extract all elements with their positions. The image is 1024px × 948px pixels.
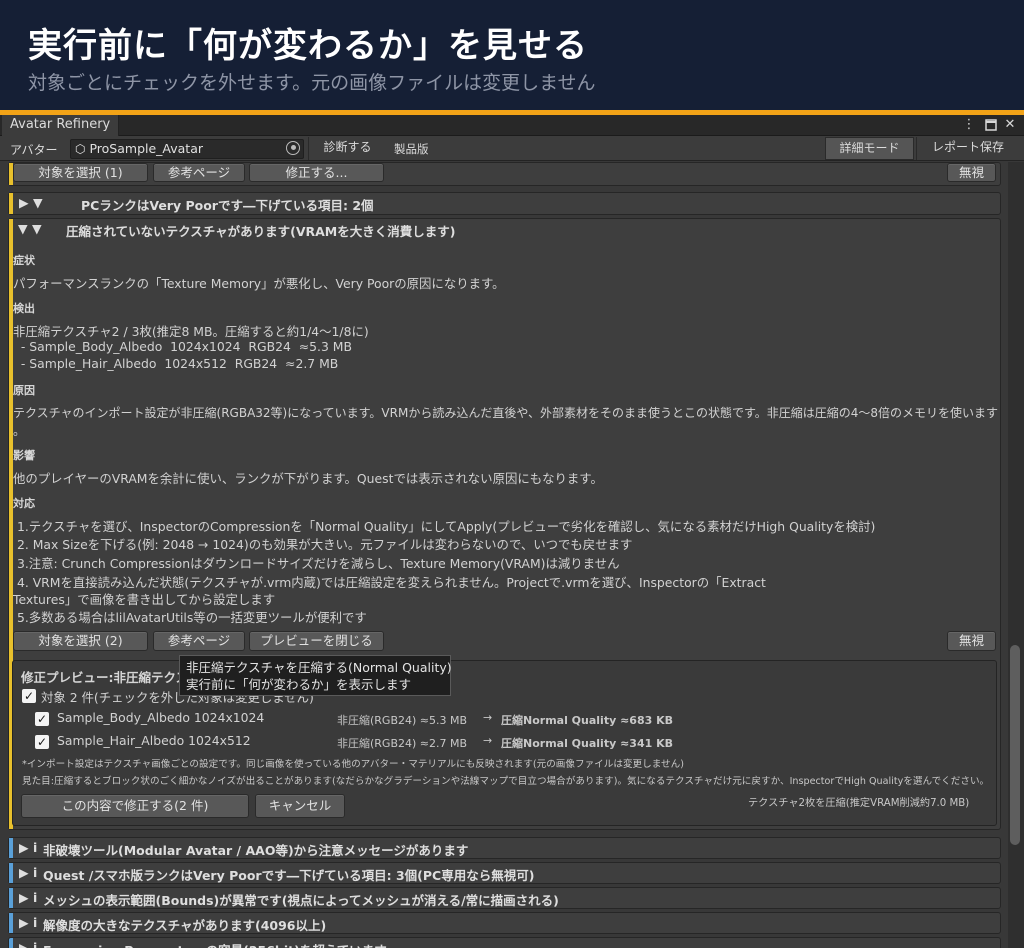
info-marker — [9, 863, 13, 883]
diagnose-button[interactable]: 診断する — [308, 137, 386, 160]
info-title: Expression Parametersの容量(256bit)を超えています — [43, 940, 387, 948]
target-before: 非圧縮(RGB24) ≈5.3 MB — [337, 714, 468, 727]
cause-heading: 原因 — [13, 384, 35, 397]
symptom-heading: 症状 — [13, 254, 35, 267]
info-title: 解像度の大きなテクスチャがあります(4096以上) — [43, 918, 327, 933]
appearance-note: 見た目:圧縮するとブロック状のごく細かなノイズが出ることがあります(なだらかなグ… — [22, 776, 990, 787]
action-line: 5.多数ある場合はlilAvatarUtils等の一括変更ツールが便利です — [13, 610, 367, 625]
foldout-arrows: ▶ ▼ — [19, 195, 43, 210]
cause-line: 。 — [13, 423, 26, 438]
cause-line: テクスチャのインポート設定が非圧縮(RGBA32等)になっています。VRMから読… — [13, 406, 999, 420]
tooltip: 非圧縮テクスチャを圧縮する(Normal Quality) 実行前に「何が変わる… — [179, 655, 452, 696]
detect-line: 非圧縮テクスチャ2 / 3枚(推定8 MB。圧縮すると約1/4〜1/8に) — [13, 324, 369, 339]
select-targets-button-2[interactable]: 対象を選択 (2) — [13, 631, 148, 651]
action-line: Textures」で画像を書き出してから設定します — [13, 592, 276, 607]
target-name: Sample_Body_Albedo 1024x1024 — [57, 710, 265, 725]
scrollbar-thumb[interactable] — [1010, 645, 1020, 845]
maximize-icon[interactable] — [983, 116, 999, 134]
info-title: 非破壊ツール(Modular Avatar / AAO等)から注意メッセージがあ… — [43, 843, 469, 858]
pc-rank-foldout[interactable]: ▶ ▼ PCランクはVery Poorです―下げている項目: 2個 — [8, 192, 1001, 215]
action-line: 4. VRMを直接読み込んだ状態(テクスチャが.vrm内蔵)では圧縮設定を変えら… — [13, 575, 766, 590]
info-foldout-expression-params[interactable]: ▶ i Expression Parametersの容量(256bit)を超えて… — [8, 937, 1001, 948]
symptom-text: パフォーマンスランクの「Texture Memory」が悪化し、Very Poo… — [13, 276, 505, 291]
info-title: Quest /スマホ版ランクはVery Poorです―下げている項目: 3個(P… — [43, 868, 535, 883]
cube-icon: ⬡ — [75, 142, 86, 156]
window-titlebar — [0, 115, 1024, 136]
foldout-arrows: ▶ i — [19, 890, 38, 905]
close-icon[interactable]: ✕ — [1002, 116, 1018, 134]
target-after: 圧縮Normal Quality ≈683 KB — [501, 714, 673, 727]
info-title: メッシュの表示範囲(Bounds)が異常です(視点によってメッシュが消える/常に… — [43, 893, 559, 908]
detect-line: - Sample_Body_Albedo 1024x1024 RGB24 ≈5.… — [13, 339, 352, 354]
tooltip-line: 実行前に「何が変わるか」を表示します — [186, 677, 412, 692]
target-name: Sample_Hair_Albedo 1024x512 — [57, 733, 251, 748]
ignore-button-1[interactable]: 無視 — [947, 163, 996, 182]
impact-text: 他のプレイヤーのVRAMを余計に使い、ランクが下がります。Questでは表示され… — [13, 471, 603, 486]
arrow-icon: → — [483, 734, 493, 747]
banner-title: 実行前に「何が変わるか」を見せる — [28, 26, 588, 66]
select-targets-button-1[interactable]: 対象を選択 (1) — [13, 163, 148, 182]
foldout-arrows: ▶ i — [19, 940, 38, 948]
avatar-label: アバター — [10, 143, 58, 157]
detect-heading: 検出 — [13, 302, 35, 315]
close-preview-button[interactable]: プレビューを閉じる — [249, 631, 384, 651]
action-line: 3.注意: Crunch Compressionはダウンロードサイズだけを減らし… — [13, 556, 620, 571]
arrow-icon: → — [483, 711, 493, 724]
target-after: 圧縮Normal Quality ≈341 KB — [501, 737, 673, 750]
apply-fix-button[interactable]: この内容で修正する(2 件) — [21, 794, 249, 818]
warning-marker — [9, 193, 13, 214]
foldout-arrows: ▶ i — [19, 915, 38, 930]
action-line: 2. Max Sizeを下げる(例: 2048 → 1024)のも効果が大きい。… — [13, 537, 633, 552]
target-checkbox[interactable]: ✓ — [35, 735, 49, 749]
fix-summary: テクスチャ2枚を圧縮(推定VRAM削減約7.0 MB) — [748, 798, 970, 809]
foldout-arrows[interactable]: ▼ ▼ — [18, 221, 42, 236]
info-marker — [9, 938, 13, 948]
action-line: 1.テクスチャを選び、InspectorのCompressionを「Normal… — [13, 519, 876, 534]
edition-label: 製品版 — [394, 142, 429, 156]
fix-button-1[interactable]: 修正する... — [249, 163, 384, 182]
foldout-arrows: ▶ i — [19, 865, 38, 880]
cancel-button[interactable]: キャンセル — [255, 794, 345, 818]
avatar-object-field[interactable]: ⬡ ProSample_Avatar — [70, 139, 304, 159]
info-marker — [9, 888, 13, 908]
pc-rank-title: PCランクはVery Poorです―下げている項目: 2個 — [81, 198, 374, 213]
avatar-field-value: ProSample_Avatar — [89, 141, 203, 156]
action-heading: 対応 — [13, 497, 35, 510]
info-marker — [9, 913, 13, 933]
detect-line: - Sample_Hair_Albedo 1024x512 RGB24 ≈2.7… — [13, 356, 339, 371]
info-marker — [9, 838, 13, 858]
reference-page-button-2[interactable]: 参考ページ — [153, 631, 245, 651]
import-note: *インポート設定はテクスチャ画像ごとの設定です。同じ画像を使っている他のアバター… — [22, 759, 684, 770]
object-picker-icon[interactable] — [286, 141, 300, 155]
tooltip-line: 非圧縮テクスチャを圧縮する(Normal Quality) — [186, 660, 452, 675]
window-tab-title[interactable]: Avatar Refinery — [2, 115, 120, 136]
target-before: 非圧縮(RGB24) ≈2.7 MB — [337, 737, 468, 750]
foldout-arrows: ▶ i — [19, 840, 38, 855]
info-foldout-bounds[interactable]: ▶ i メッシュの表示範囲(Bounds)が異常です(視点によってメッシュが消え… — [8, 887, 1001, 909]
detail-mode-toggle[interactable]: 詳細モード — [825, 137, 914, 160]
impact-heading: 影響 — [13, 449, 35, 462]
reference-page-button-1[interactable]: 参考ページ — [153, 163, 245, 182]
info-foldout-quest-rank[interactable]: ▶ i Quest /スマホ版ランクはVery Poorです―下げている項目: … — [8, 862, 1001, 884]
banner-subtitle: 対象ごとにチェックを外せます。元の画像ファイルは変更しません — [28, 72, 596, 94]
info-foldout-large-texture[interactable]: ▶ i 解像度の大きなテクスチャがあります(4096以上) — [8, 912, 1001, 934]
select-all-checkbox[interactable]: ✓ — [22, 689, 36, 703]
more-icon[interactable]: ⋮ — [961, 116, 977, 134]
info-foldout-nondestructive[interactable]: ▶ i 非破壊ツール(Modular Avatar / AAO等)から注意メッセ… — [8, 837, 1001, 859]
save-report-button[interactable]: レポート保存 — [916, 137, 1019, 160]
texture-issue-title[interactable]: 圧縮されていないテクスチャがあります(VRAMを大きく消費します) — [66, 221, 455, 240]
target-checkbox[interactable]: ✓ — [35, 712, 49, 726]
ignore-button-2[interactable]: 無視 — [947, 631, 996, 651]
